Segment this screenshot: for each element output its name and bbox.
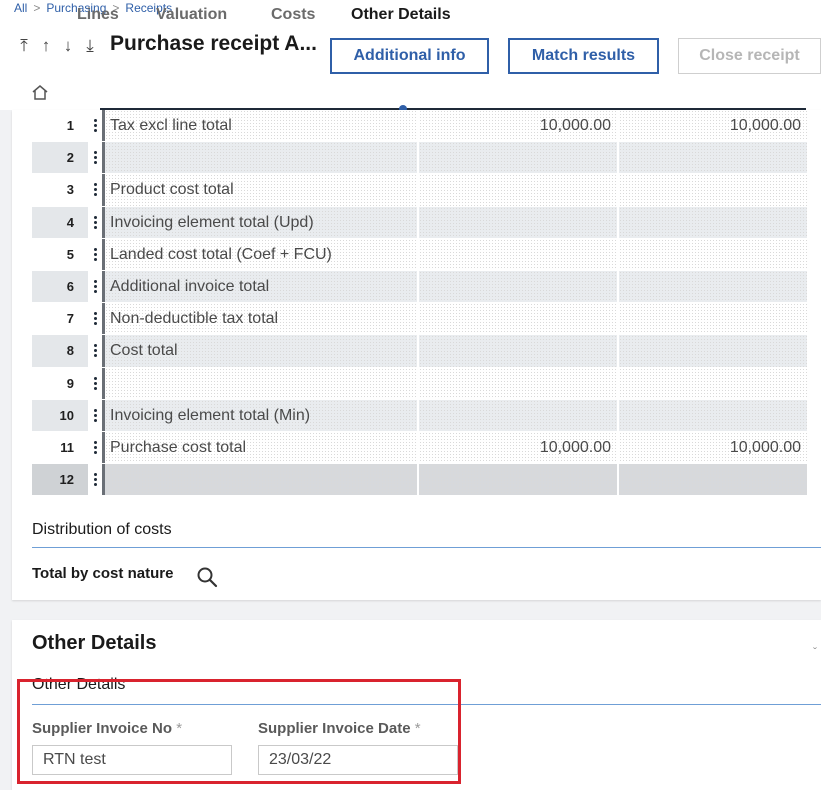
tab-lines[interactable]: Lines (77, 6, 119, 24)
table-row[interactable]: 11 Purchase cost total 10,000.00 10,000.00 (32, 431, 807, 465)
row-number: 2 (32, 142, 88, 174)
row-value-2: 10,000.00 (617, 110, 807, 142)
row-actions-icon[interactable] (88, 142, 102, 173)
row-number: 7 (66, 311, 74, 327)
row-value-1 (417, 399, 617, 431)
row-label (105, 367, 417, 399)
page-title: Purchase receipt A... (110, 32, 317, 55)
breadcrumb-all[interactable]: All (14, 1, 27, 15)
table-row[interactable]: 4 Invoicing element total (Upd) (32, 206, 807, 239)
row-label (105, 142, 417, 174)
row-value-1 (417, 238, 617, 270)
row-number: 9 (66, 375, 74, 391)
highlight-box (17, 679, 461, 784)
row-value-1 (417, 303, 617, 335)
match-results-button[interactable]: Match results (508, 38, 659, 74)
close-receipt-button[interactable]: Close receipt (678, 38, 821, 74)
row-number: 4 (32, 206, 88, 238)
row-label: Cost total (105, 335, 417, 367)
row-number: 10 (32, 399, 88, 431)
first-record-icon[interactable]: ⤒ (16, 36, 32, 56)
row-actions-icon[interactable] (88, 174, 102, 205)
row-actions-icon[interactable] (88, 368, 102, 399)
row-value-1: 10,000.00 (417, 431, 617, 464)
row-actions-icon[interactable] (88, 110, 102, 141)
record-navigation: ⤒ ↑ ↓ ⤓ (16, 36, 98, 56)
table-row[interactable]: 3 Product cost total (32, 174, 807, 207)
table-row[interactable]: 1 Tax excl line total 10,000.00 10,000.00 (32, 110, 807, 143)
row-number: 3 (66, 182, 74, 198)
row-number: 1 (66, 118, 74, 133)
row-value-2 (617, 174, 807, 206)
table-row[interactable]: 10 Invoicing element total (Min) (32, 399, 807, 432)
row-number: 11 (60, 439, 74, 455)
table-row[interactable]: 8 Cost total (32, 335, 807, 368)
distribution-title: Distribution of costs (32, 521, 172, 538)
tab-costs[interactable]: Costs (271, 6, 315, 24)
additional-info-button[interactable]: Additional info (330, 38, 489, 74)
row-actions-icon[interactable] (88, 432, 102, 463)
row-label: Purchase cost total (105, 431, 417, 464)
top-bar: All > Purchasing > Receipts ⤒ ↑ ↓ ⤓ Purc… (0, 0, 821, 110)
previous-record-icon[interactable]: ↑ (38, 36, 54, 56)
row-number: 5 (66, 246, 74, 262)
row-actions-icon[interactable] (88, 271, 102, 302)
row-actions-icon[interactable] (88, 400, 102, 431)
row-value-1 (417, 142, 617, 174)
row-label: Product cost total (105, 174, 417, 206)
row-value-2 (617, 238, 807, 270)
tab-valuation[interactable]: Valuation (156, 6, 227, 24)
row-number: 6 (32, 270, 88, 303)
table-row[interactable]: 5 Landed cost total (Coef + FCU) (32, 238, 807, 271)
row-value-1 (417, 335, 617, 367)
total-by-cost-nature-label: Total by cost nature (32, 565, 174, 582)
row-actions-icon[interactable] (88, 207, 102, 238)
row-actions-icon[interactable] (88, 335, 102, 366)
totals-grid: 1 Tax excl line total 10,000.00 10,000.00 2 3… (32, 110, 807, 497)
row-label: Landed cost total (Coef + FCU) (105, 238, 417, 270)
collapse-icon[interactable]: ˇ (813, 645, 817, 659)
section-divider (32, 547, 821, 548)
row-value-2 (617, 303, 807, 335)
row-value-2 (617, 335, 807, 367)
table-row[interactable]: 2 (32, 142, 807, 175)
last-record-icon[interactable]: ⤓ (82, 36, 98, 56)
row-value-1 (417, 464, 617, 496)
row-label: Invoicing element total (Min) (105, 399, 417, 431)
home-icon[interactable] (31, 84, 49, 100)
next-record-icon[interactable]: ↓ (60, 36, 76, 56)
row-label: Invoicing element total (Upd) (105, 206, 417, 238)
row-value-2 (617, 399, 807, 431)
row-value-1 (417, 174, 617, 206)
table-row[interactable]: 7 Non-deductible tax total (32, 303, 807, 336)
costs-grid-card: 1 Tax excl line total 10,000.00 10,000.00 2 3… (12, 110, 821, 600)
row-value-2 (617, 206, 807, 238)
row-value-2 (617, 270, 807, 303)
row-label (105, 464, 417, 496)
row-label: Additional invoice total (105, 270, 417, 303)
row-value-1 (417, 206, 617, 238)
row-value-2 (617, 142, 807, 174)
row-value-1 (417, 367, 617, 399)
chevron-right-icon: > (33, 1, 41, 15)
row-value-2 (617, 367, 807, 399)
table-row[interactable]: 9 (32, 367, 807, 400)
tab-other-details[interactable]: Other Details (351, 6, 451, 24)
row-number: 8 (32, 335, 88, 367)
row-value-1: 10,000.00 (417, 110, 617, 142)
row-number: 12 (32, 464, 88, 496)
section-title: Other Details (32, 632, 157, 654)
row-value-2: 10,000.00 (617, 431, 807, 464)
row-value-2 (617, 464, 807, 496)
row-label: Tax excl line total (105, 110, 417, 142)
search-icon[interactable] (196, 566, 218, 588)
row-label: Non-deductible tax total (105, 303, 417, 335)
table-row[interactable]: 12 (32, 464, 807, 497)
row-actions-icon[interactable] (88, 303, 102, 334)
table-row[interactable]: 6 Additional invoice total (32, 270, 807, 304)
row-actions-icon[interactable] (88, 239, 102, 270)
row-actions-icon[interactable] (88, 464, 102, 495)
row-value-1 (417, 270, 617, 303)
